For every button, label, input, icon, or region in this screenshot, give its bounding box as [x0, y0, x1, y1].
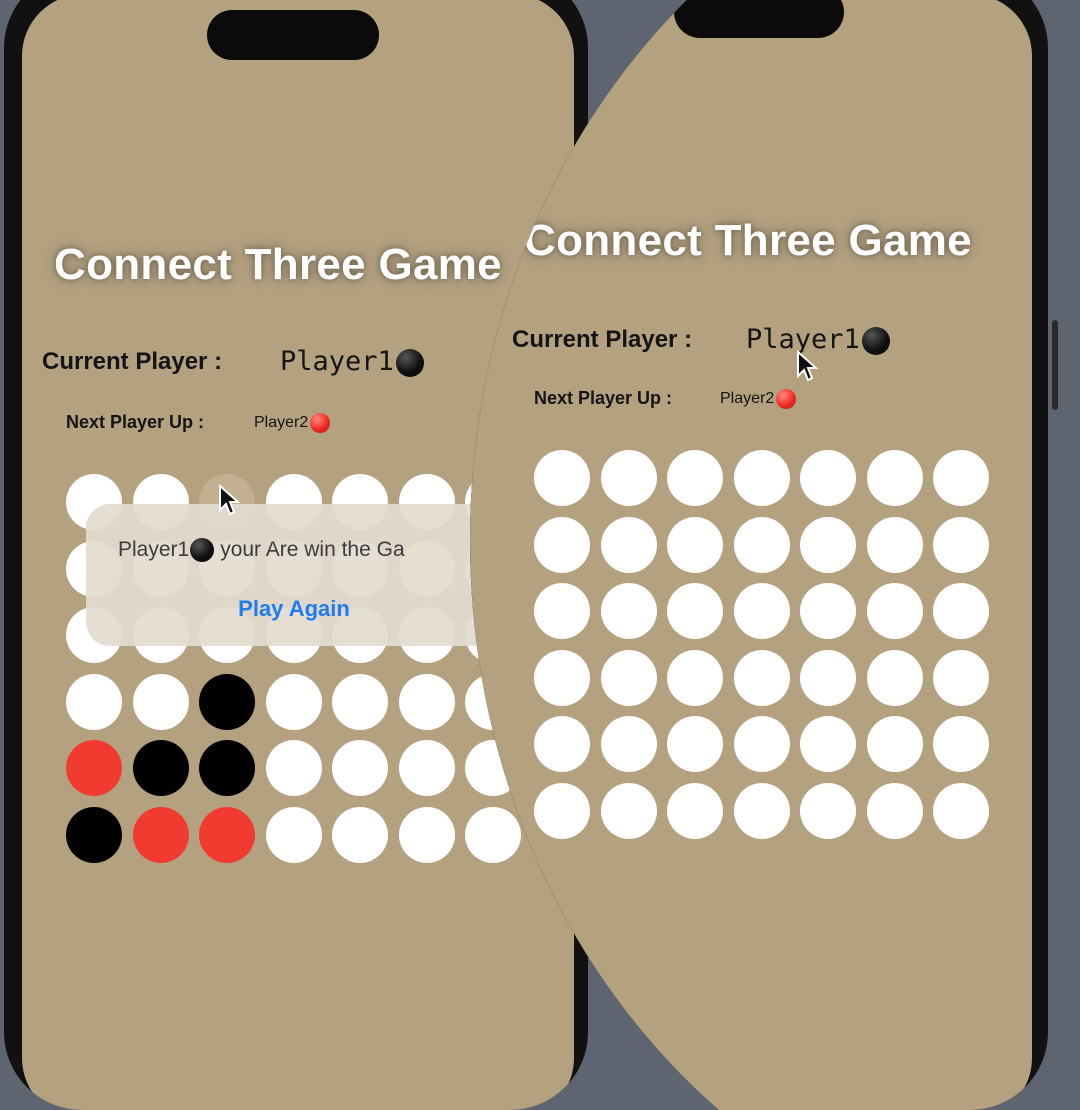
board-cell[interactable]: [733, 716, 790, 772]
black-coin-icon: [861, 326, 890, 355]
page-title: Connect Three Game: [54, 240, 502, 289]
current-player-label: Current Player :: [42, 348, 223, 375]
board-cell[interactable]: [332, 806, 388, 863]
board-cell[interactable]: [866, 516, 923, 573]
board-cell[interactable]: [866, 716, 923, 772]
board-cell[interactable]: [733, 583, 790, 639]
dynamic-island: [674, 0, 844, 38]
next-player-value: Player2: [720, 389, 797, 409]
board-cell[interactable]: [667, 782, 723, 839]
board-cell[interactable]: [933, 716, 989, 772]
current-player-name: Player1: [280, 346, 394, 377]
board-cell[interactable]: [667, 450, 723, 506]
board-cell[interactable]: [733, 450, 790, 506]
board-cell[interactable]: [534, 450, 590, 506]
board-cell[interactable]: [66, 806, 122, 863]
board-cell[interactable]: [866, 649, 923, 706]
board-cell[interactable]: [199, 673, 255, 730]
win-alert: Player1 your Are win the Ga Play Again: [86, 504, 502, 646]
board-cell[interactable]: [600, 649, 657, 706]
board-cell[interactable]: [800, 450, 856, 506]
board-cell[interactable]: [667, 716, 723, 772]
board-cell[interactable]: [866, 782, 923, 839]
next-player-name: Player2: [720, 390, 775, 408]
board-cell[interactable]: [534, 516, 590, 573]
board-cell[interactable]: [132, 806, 189, 863]
board-cell[interactable]: [800, 649, 856, 706]
board-cell[interactable]: [132, 673, 189, 730]
board-cell[interactable]: [465, 806, 521, 863]
board-cell[interactable]: [600, 516, 657, 573]
board-cell[interactable]: [332, 740, 388, 796]
board-cell[interactable]: [600, 583, 657, 639]
board-cell[interactable]: [534, 583, 590, 639]
board-cell[interactable]: [866, 583, 923, 639]
board-cell[interactable]: [733, 649, 790, 706]
dynamic-island: [207, 10, 379, 60]
next-player-name: Player2: [254, 414, 309, 432]
board-cell[interactable]: [933, 450, 989, 506]
next-player-label: Next Player Up :: [66, 412, 205, 432]
board-cell[interactable]: [398, 806, 455, 863]
board-cell[interactable]: [534, 649, 590, 706]
board-cell[interactable]: [600, 450, 657, 506]
board-cell[interactable]: [199, 740, 255, 796]
page-title: Connect Three Game: [524, 216, 972, 265]
board-cell[interactable]: [265, 806, 322, 863]
current-player-label: Current Player :: [512, 326, 693, 353]
board-cell[interactable]: [66, 740, 122, 796]
win-alert-text: your Are win the Ga: [220, 538, 405, 561]
board-cell[interactable]: [667, 583, 723, 639]
board-cell[interactable]: [667, 649, 723, 706]
board-cell[interactable]: [866, 450, 923, 506]
board-cell[interactable]: [398, 673, 455, 730]
board-cell[interactable]: [534, 716, 590, 772]
board-cell[interactable]: [733, 782, 790, 839]
board-cell[interactable]: [800, 716, 856, 772]
board-cell[interactable]: [265, 740, 322, 796]
board-cell[interactable]: [800, 583, 856, 639]
next-player-label: Next Player Up :: [534, 388, 673, 408]
board-cell[interactable]: [534, 782, 590, 839]
board-cell[interactable]: [800, 516, 856, 573]
board-cell[interactable]: [332, 673, 388, 730]
play-again-button[interactable]: Play Again: [86, 596, 502, 622]
board-cell[interactable]: [199, 806, 255, 863]
side-button: [1052, 320, 1058, 410]
board-cell[interactable]: [933, 782, 989, 839]
black-coin-icon: [395, 348, 424, 377]
red-coin-icon: [776, 389, 797, 409]
board-cell[interactable]: [933, 516, 989, 573]
board-cell[interactable]: [733, 516, 790, 573]
win-alert-message: Player1 your Are win the Ga: [118, 538, 405, 563]
win-alert-player: Player1: [118, 538, 190, 561]
board-cell[interactable]: [600, 716, 657, 772]
board-cell[interactable]: [933, 649, 989, 706]
board-cell[interactable]: [132, 740, 189, 796]
current-player-value: Player1: [280, 346, 424, 377]
board-cell[interactable]: [600, 782, 657, 839]
black-coin-icon: [190, 538, 215, 563]
board-cell[interactable]: [667, 516, 723, 573]
board-cell[interactable]: [933, 583, 989, 639]
board-cell[interactable]: [800, 782, 856, 839]
red-coin-icon: [310, 413, 331, 433]
board-cell[interactable]: [265, 673, 322, 730]
next-player-value: Player2: [254, 413, 331, 433]
board-cell[interactable]: [398, 740, 455, 796]
board-cell[interactable]: [66, 673, 122, 730]
